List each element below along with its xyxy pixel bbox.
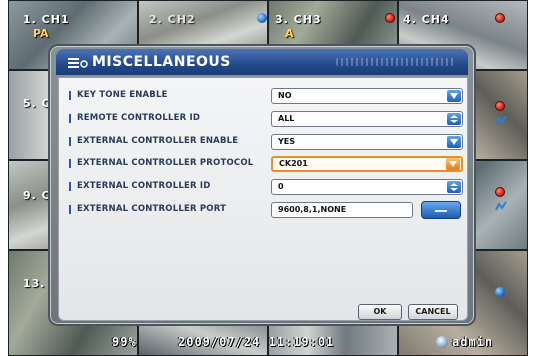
camera-label: 1. CH1 [23,13,70,26]
dialog-body: KEY TONE ENABLE NO REMOTE CONTROLLER ID … [58,77,468,321]
dialog-title: MISCELLANEOUS [92,54,231,70]
setting-row-ext-protocol: EXTERNAL CONTROLLER PROTOCOL CK201 [65,156,463,172]
camera-tag: PA [33,27,49,40]
updown-arrow-icon[interactable] [447,113,461,125]
user-name: admin [452,335,494,349]
record-indicator-icon [385,13,395,23]
camera-label: 13. [23,277,46,290]
datetime: 2009/07/24 11:19:01 [178,335,335,349]
setting-label: REMOTE CONTROLLER ID [77,113,201,123]
row-bullet [69,159,71,168]
header-decoration [336,58,456,66]
port-setup-button[interactable] [421,201,461,219]
hdd-usage: 99% [112,335,137,349]
row-bullet [69,137,71,146]
select-value: ALL [278,114,295,123]
remote-controller-id-select[interactable]: ALL [271,111,463,127]
camera-tag: A [285,27,294,40]
motion-icon [495,115,507,125]
field-value: 9600,8,1,NONE [278,205,347,214]
dropdown-arrow-icon[interactable] [447,90,461,102]
setting-row-ext-enable: EXTERNAL CONTROLLER ENABLE YES [65,134,463,150]
cancel-button[interactable]: CANCEL [408,304,458,320]
ok-button[interactable]: OK [358,304,402,320]
row-bullet [69,91,71,100]
external-controller-id-select[interactable]: 0 [271,179,463,195]
setting-label: EXTERNAL CONTROLLER PROTOCOL [77,158,254,168]
dropdown-arrow-icon[interactable] [446,158,460,170]
select-value: YES [278,137,296,146]
miscellaneous-dialog: MISCELLANEOUS KEY TONE ENABLE NO REMOTE … [48,44,476,326]
row-bullet [69,182,71,191]
select-value: NO [278,91,292,100]
record-indicator-icon [495,187,505,197]
setting-label: KEY TONE ENABLE [77,90,168,100]
status-bar: 99% 2009/07/24 11:19:01 admin [0,333,536,351]
dropdown-arrow-icon[interactable] [447,136,461,148]
camera-label: 3. CH3 [275,13,322,26]
setting-label: EXTERNAL CONTROLLER ID [77,181,211,191]
row-bullet [69,205,71,214]
select-value: CK201 [279,159,308,168]
user-icon [436,336,448,348]
ellipsis-icon [435,210,447,212]
setting-label: EXTERNAL CONTROLLER ENABLE [77,136,239,146]
motion-icon [495,201,507,211]
setting-row-remote-id: REMOTE CONTROLLER ID ALL [65,111,463,127]
external-controller-protocol-select[interactable]: CK201 [271,156,463,172]
external-controller-enable-select[interactable]: YES [271,134,463,150]
record-indicator-icon [495,13,505,23]
key-tone-select[interactable]: NO [271,88,463,104]
dialog-header: MISCELLANEOUS [56,49,468,75]
updown-arrow-icon[interactable] [447,181,461,193]
select-value: 0 [278,182,284,191]
setting-row-ext-id: EXTERNAL CONTROLLER ID 0 [65,179,463,195]
setting-label: EXTERNAL CONTROLLER PORT [77,204,227,214]
external-controller-port-field[interactable]: 9600,8,1,NONE [271,202,413,218]
record-indicator-icon [257,13,267,23]
row-bullet [69,114,71,123]
record-indicator-icon [495,101,505,111]
record-indicator-icon [495,287,505,297]
camera-label: 4. CH4 [403,13,450,26]
setting-row-key-tone: KEY TONE ENABLE NO [65,88,463,104]
setting-row-ext-port: EXTERNAL CONTROLLER PORT 9600,8,1,NONE [65,201,461,219]
camera-label: 2. CH2 [149,13,196,26]
menu-icon [68,58,88,68]
